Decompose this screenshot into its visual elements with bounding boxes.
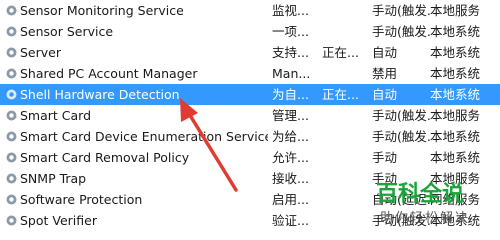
service-description: 管理...	[272, 108, 309, 123]
service-row[interactable]: Smart Card 管理... 手动(触发... 本地服务	[0, 105, 500, 126]
service-logon-as: 本地系统	[430, 24, 481, 39]
service-row-selected[interactable]: Shell Hardware Detection 为自... 正在... 自动 …	[0, 84, 500, 105]
service-status	[322, 0, 368, 21]
gear-service-icon	[2, 0, 18, 21]
service-status	[322, 105, 368, 126]
service-startup-type: 手动(触发...	[372, 3, 430, 18]
service-startup-type: 手动(触发...	[372, 24, 430, 39]
service-logon-as: 本地系统	[430, 66, 481, 81]
service-name: Shared PC Account Manager	[20, 66, 198, 81]
service-status	[322, 126, 368, 147]
service-row[interactable]: Server 支持... 正在... 自动 本地系统	[0, 42, 500, 63]
service-startup-type: 禁用	[372, 66, 398, 81]
service-status	[322, 63, 368, 84]
service-status	[322, 21, 368, 42]
watermark: 百科全说 助你轻松解决	[376, 170, 500, 230]
service-description: 监视...	[272, 3, 309, 18]
gear-service-icon	[2, 210, 18, 231]
service-startup-type: 自动	[372, 87, 398, 102]
service-name: Smart Card Device Enumeration Service	[20, 129, 268, 144]
gear-service-icon	[2, 42, 18, 63]
gear-service-icon	[2, 21, 18, 42]
service-startup-type: 手动	[372, 150, 398, 165]
service-description: 验证...	[272, 213, 309, 228]
service-logon-as: 本地系统	[430, 45, 481, 60]
service-description: 启用...	[272, 192, 309, 207]
gear-service-icon	[2, 105, 18, 126]
service-logon-as: 本地服务	[430, 108, 481, 123]
service-startup-type: 手动(触发...	[372, 129, 430, 144]
gear-service-icon	[2, 147, 18, 168]
service-name: Sensor Service	[20, 24, 114, 39]
service-logon-as: 本地服务	[430, 3, 481, 18]
service-status: 正在...	[322, 45, 359, 60]
service-row[interactable]: Smart Card Removal Policy 允许... 手动 本地系统	[0, 147, 500, 168]
service-name: Server	[20, 45, 61, 60]
service-row[interactable]: Sensor Service 一项... 手动(触发... 本地系统	[0, 21, 500, 42]
service-description: Man...	[272, 66, 311, 81]
service-status	[322, 210, 368, 231]
service-row[interactable]: Shared PC Account Manager Man... 禁用 本地系统	[0, 63, 500, 84]
service-startup-type: 手动(触发...	[372, 108, 430, 123]
gear-service-icon	[2, 189, 18, 210]
service-description: 为自...	[272, 87, 309, 102]
service-description: 接收...	[272, 171, 309, 186]
service-status	[322, 168, 368, 189]
service-status: 正在...	[322, 87, 359, 102]
service-logon-as: 本地系统	[430, 150, 481, 165]
service-name: Spot Verifier	[20, 213, 97, 228]
gear-service-icon	[2, 84, 18, 105]
watermark-logo: 百科全说	[376, 182, 465, 207]
service-name: Sensor Monitoring Service	[20, 3, 184, 18]
service-name: SNMP Trap	[20, 171, 87, 186]
gear-service-icon	[2, 63, 18, 84]
service-description: 为给...	[272, 129, 309, 144]
service-description: 支持...	[272, 45, 309, 60]
service-row[interactable]: Smart Card Device Enumeration Service 为给…	[0, 126, 500, 147]
service-status	[322, 147, 368, 168]
service-row[interactable]: Sensor Monitoring Service 监视... 手动(触发...…	[0, 0, 500, 21]
gear-service-icon	[2, 168, 18, 189]
service-logon-as: 本地系统	[430, 87, 481, 102]
service-status	[322, 189, 368, 210]
service-name: Shell Hardware Detection	[20, 87, 180, 102]
gear-service-icon	[2, 126, 18, 147]
service-logon-as: 本地系统	[430, 129, 481, 144]
service-name: Software Protection	[20, 192, 143, 207]
service-name: Smart Card Removal Policy	[20, 150, 190, 165]
watermark-subtitle: 助你轻松解决	[380, 211, 471, 226]
service-name: Smart Card	[20, 108, 92, 123]
service-startup-type: 自动	[372, 45, 398, 60]
service-description: 允许...	[272, 150, 309, 165]
service-description: 一项...	[272, 24, 309, 39]
